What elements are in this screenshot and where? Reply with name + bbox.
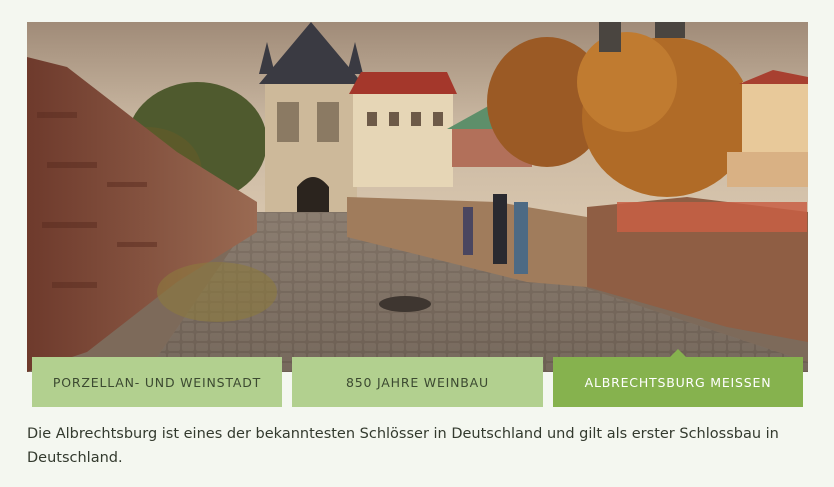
description-text: Die Albrechtsburg ist eines der bekannte…	[27, 426, 779, 466]
tab-850-jahre-weinbau[interactable]: 850 JAHRE WEINBAU	[292, 357, 543, 407]
tab-label: ALBRECHTSBURG MEISSEN	[584, 374, 772, 390]
tab-albrechtsburg-meissen[interactable]: ALBRECHTSBURG MEISSEN	[553, 349, 803, 407]
tab-label: PORZELLAN- UND WEINSTADT	[52, 374, 262, 390]
tab-porzellan-und-weinstadt[interactable]: PORZELLAN- UND WEINSTADT	[32, 357, 282, 407]
hero-image	[27, 22, 808, 372]
tab-bar: PORZELLAN- UND WEINSTADT 850 JAHRE WEINB…	[27, 349, 808, 407]
albrechtsburg-meissen-photo	[27, 22, 808, 372]
active-tab-pointer	[670, 349, 686, 357]
tab-label: 850 JAHRE WEINBAU	[346, 374, 489, 390]
